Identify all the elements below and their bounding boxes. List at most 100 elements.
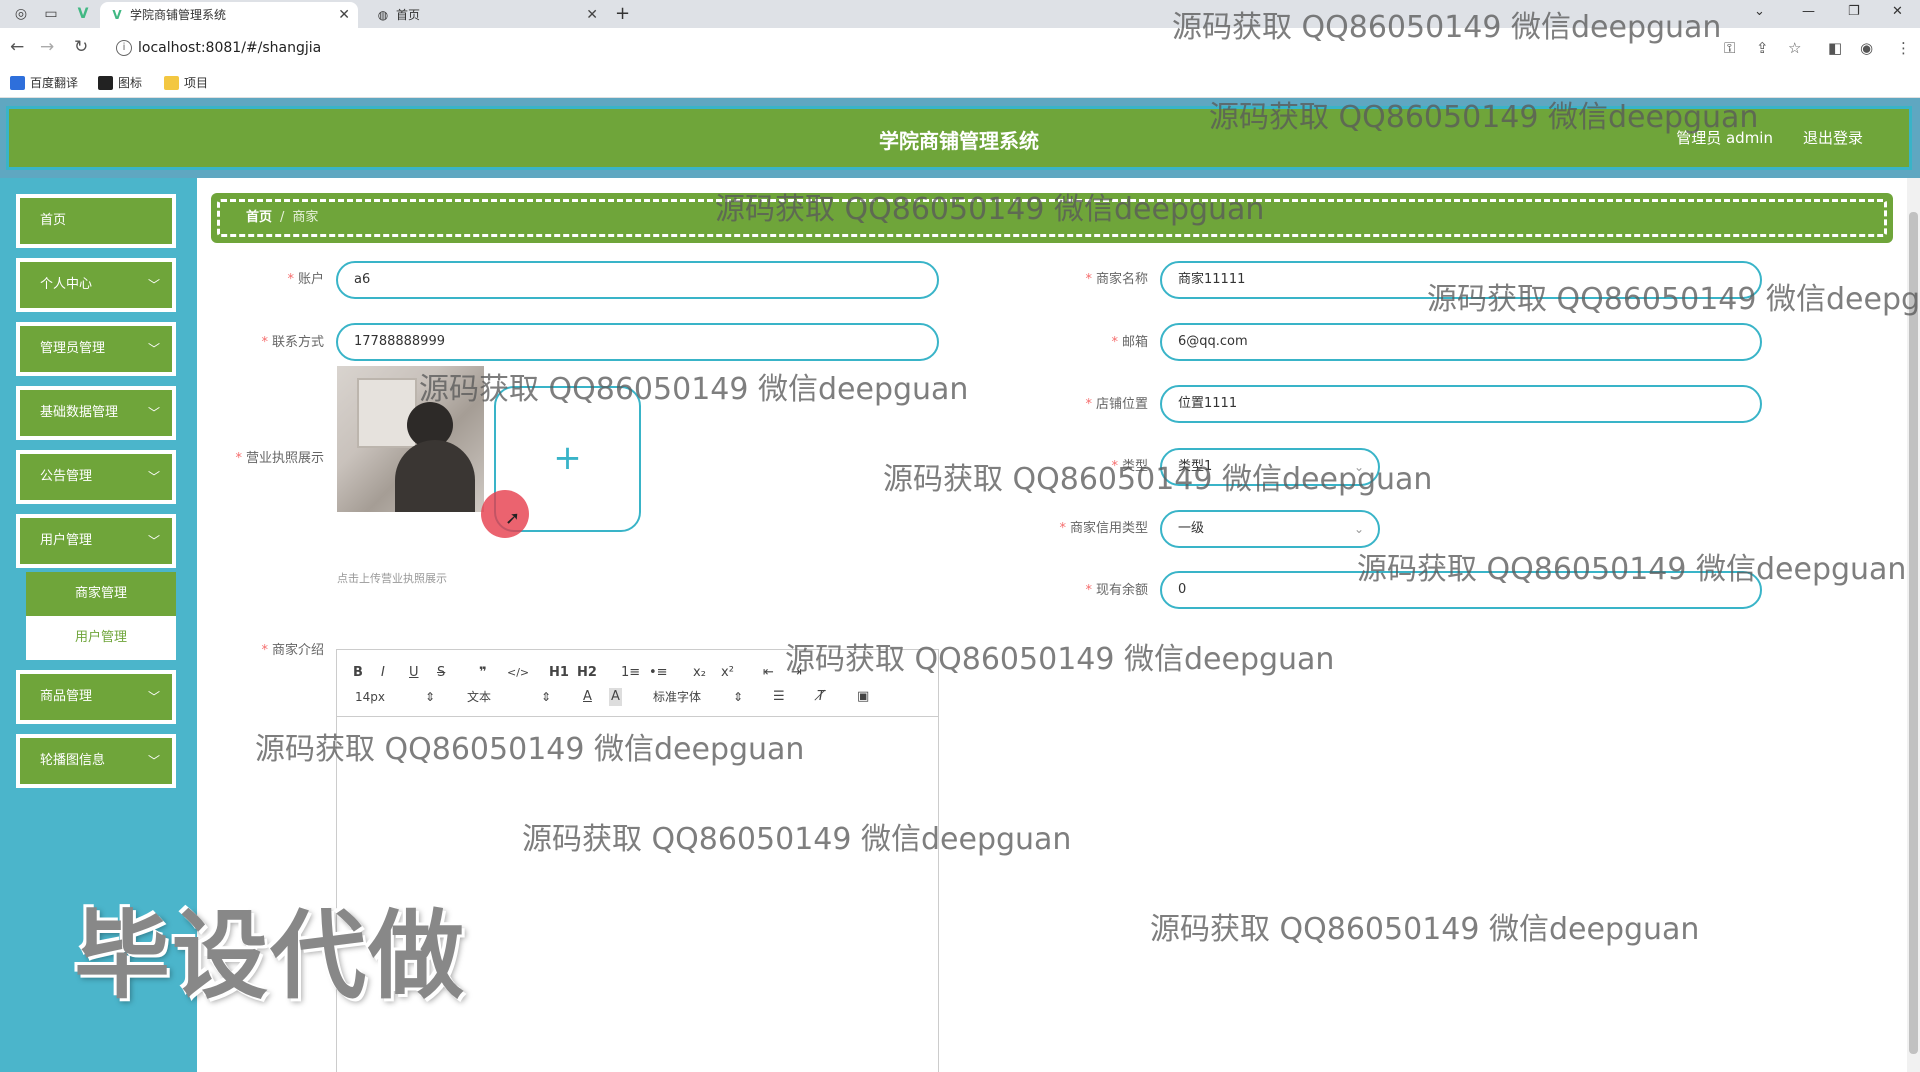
menu-icon[interactable]: ⋮ [1896,38,1911,58]
ordered-list-button[interactable]: 1≡ [621,664,640,682]
bookmark-icons[interactable]: 图标 [98,74,142,92]
updown-icon: ⇕ [541,690,552,704]
sidebar-item-base-data[interactable]: 基础数据管理 ﹀ [16,386,176,440]
select-value: 一级 [1178,521,1205,536]
bold-button[interactable]: B [353,664,363,682]
sidebar-item-notice[interactable]: 公告管理 ﹀ [16,450,176,504]
sidebar-item-profile[interactable]: 个人中心 ﹀ [16,258,176,312]
font-family-select[interactable]: 标准字体 ⇕ [653,688,743,706]
users-submenu: 商家管理 用户管理 [26,572,176,660]
tab-group-icon[interactable]: ▭ [40,4,62,24]
sidebar-item-users[interactable]: 用户管理 ﹀ [16,514,176,568]
close-window-icon[interactable]: ✕ [1892,2,1903,22]
align-icon[interactable]: ☰ [773,688,785,706]
strike-button[interactable]: S [437,664,445,682]
watermark: 源码获取 QQ86050149 微信deepguan [785,642,1335,677]
account-field[interactable]: a6 [336,261,939,299]
superscript-button[interactable]: x² [721,664,734,682]
location-field[interactable]: 位置1111 [1160,385,1762,423]
phone-field[interactable]: 17788888999 [336,323,939,361]
phone-label: * 联系方式 [174,333,324,353]
updown-icon: ⇕ [733,690,744,704]
watermark: 源码获取 QQ86050149 微信deepguan [1427,282,1920,317]
bullet-list-button[interactable]: •≡ [649,664,668,682]
email-field[interactable]: 6@qq.com [1160,323,1762,361]
h2-button[interactable]: H2 [577,664,597,682]
sidebar-item-label: 个人中心 [40,277,93,292]
input-value: 0 [1178,582,1187,597]
profile-icon[interactable]: ◉ [1860,38,1873,58]
subscript-button[interactable]: x₂ [693,664,706,682]
label-text: 商家信用类型 [1069,521,1148,536]
breadcrumb-home[interactable]: 首页 [246,210,272,225]
code-button[interactable]: </> [507,664,529,682]
account-label: * 账户 [174,270,324,290]
input-value: 6@qq.com [1178,334,1248,349]
sidebar-item-products[interactable]: 商品管理 ﹀ [16,670,176,724]
bookmark-project[interactable]: 项目 [164,74,208,92]
submenu-item-merchants[interactable]: 商家管理 [26,572,176,616]
license-label: * 营业执照展示 [174,449,324,469]
credit-type-label: * 商家信用类型 [998,519,1148,539]
italic-button[interactable]: I [381,664,385,682]
underline-button[interactable]: U [409,664,419,682]
chevron-down-icon[interactable]: ⌄ [1754,2,1765,22]
scrollbar-thumb[interactable] [1909,212,1918,1054]
bookmark-translate[interactable]: 百度翻译 [10,74,78,92]
new-tab-button[interactable]: + [615,2,630,26]
restore-icon[interactable]: ❐ [1848,2,1860,22]
label-text: 联系方式 [271,335,324,350]
image-icon [98,76,113,90]
bookmark-star-icon[interactable]: ☆ [1788,38,1801,58]
tab-home[interactable]: ◍ 首页 ✕ [366,2,606,28]
watermark: 源码获取 QQ86050149 微信deepguan [883,462,1433,497]
sidebar-item-label: 首页 [40,213,67,228]
sidebar-item-label: 用户管理 [40,533,93,548]
label-text: 邮箱 [1121,335,1148,350]
person-body-shape [395,440,475,512]
credit-type-select[interactable]: 一级 ⌄ [1160,510,1380,548]
required-mark: * [261,335,268,350]
sidebar-item-carousel[interactable]: 轮播图信息 ﹀ [16,734,176,788]
reload-icon[interactable]: ↻ [74,36,88,58]
watermark: 源码获取 QQ86050149 微信deepguan [715,192,1265,227]
clear-format-icon[interactable]: T̸ [817,688,825,706]
close-tab-icon[interactable]: ✕ [338,2,350,28]
select-value: 14px [355,690,385,704]
chevron-down-icon: ﹀ [147,342,160,356]
email-label: * 邮箱 [998,333,1148,353]
select-value: 文本 [467,690,492,704]
close-tab-icon[interactable]: ✕ [586,2,598,28]
sidepanel-icon[interactable]: ◧ [1828,38,1842,58]
font-size-select[interactable]: 14px ⇕ [355,688,435,706]
sidebar-item-admin[interactable]: 管理员管理 ﹀ [16,322,176,376]
h1-button[interactable]: H1 [549,664,569,682]
quote-button[interactable]: ❞ [479,664,487,682]
painting-shape [357,378,417,448]
label-text: 账户 [297,272,324,287]
header-select[interactable]: 文本 ⇕ [467,688,551,706]
forward-icon[interactable]: → [40,36,54,58]
logout-button[interactable]: 退出登录 [1803,109,1863,167]
tab-title: 首页 [396,8,421,22]
outdent-button[interactable]: ⇤ [763,664,774,682]
select-value: 标准字体 [653,690,702,704]
background-color-icon[interactable]: A [609,688,622,706]
share-icon[interactable]: ⇪ [1756,38,1769,58]
back-icon[interactable]: ← [10,36,24,58]
balance-label: * 现有余额 [998,581,1148,601]
submenu-item-users[interactable]: 用户管理 [26,616,176,660]
minimize-icon[interactable]: — [1802,2,1815,22]
sidebar-item-home[interactable]: 首页 [16,194,176,248]
browser-icon[interactable]: ◎ [10,4,32,24]
key-icon[interactable]: ⚿ [1724,38,1735,58]
font-color-icon[interactable]: A [583,688,592,706]
image-icon[interactable]: ▣ [857,688,869,706]
required-mark: * [1111,335,1118,350]
vue-icon[interactable]: V [72,4,94,24]
sidebar-item-label: 管理员管理 [40,341,106,356]
info-icon[interactable]: i [116,40,132,56]
tab-active[interactable]: V 学院商铺管理系统 ✕ [100,2,358,28]
label-text: 现有余额 [1095,583,1148,598]
chevron-down-icon: ⌄ [1353,522,1364,536]
